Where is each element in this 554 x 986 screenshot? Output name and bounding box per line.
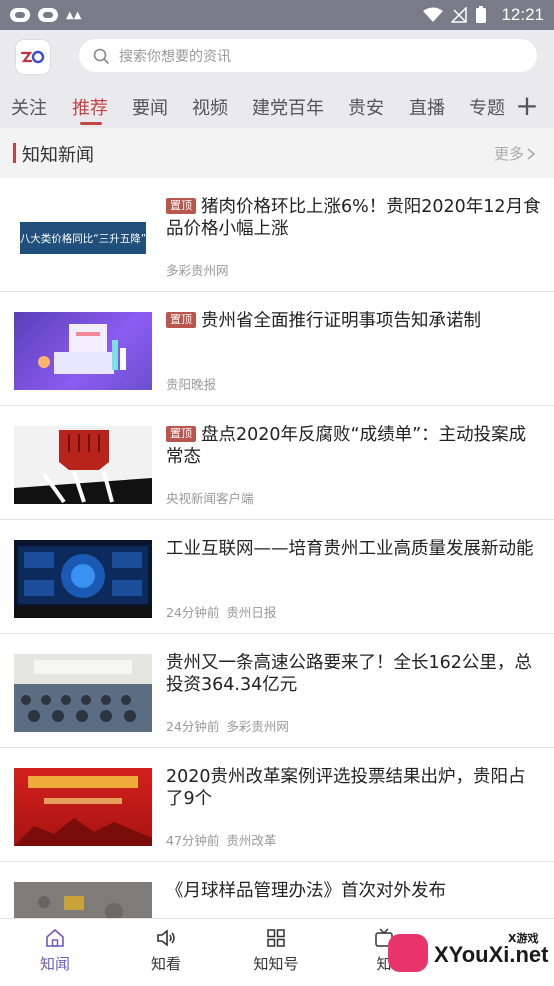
news-title-text[interactable]: 工业互联网——培育贵州工业高质量发展新动能 [166,539,534,559]
tab-guian[interactable]: 贵安 [348,94,384,120]
thumbnail-illustration [14,546,152,618]
thumbnail-illustration [14,430,152,504]
news-thumbnail [14,654,152,732]
news-meta: 贵阳晚报 [166,374,216,393]
news-meta: 多彩贵州网 [166,260,229,279]
status-notifications: ▲▲ [10,8,81,22]
thumbnail-illustration [14,776,152,846]
chevron-right-icon [527,147,536,160]
app-notification-icon: ▲▲ [66,9,82,21]
news-title[interactable]: 置顶 盘点2020年反腐败“成绩单”：主动投案成常态 [166,424,541,468]
add-tab-button[interactable]: + [515,88,539,124]
thumbnail-illustration [14,882,152,918]
news-title[interactable]: 工业互联网——培育贵州工业高质量发展新动能 [166,538,541,560]
tab-party-centenary[interactable]: 建党百年 [252,94,324,120]
chat-notification-icon [38,8,58,22]
news-title-text[interactable]: 贵州省全面推行证明事项告知承诺制 [201,311,481,331]
news-title[interactable]: 《月球样品管理办法》首次对外发布 [166,880,541,902]
news-source: 贵州改革 [226,833,277,848]
search-icon [93,48,109,64]
section-title: 知知新闻 [22,145,94,166]
news-title-text[interactable]: 《月球样品管理办法》首次对外发布 [166,881,446,901]
news-item[interactable]: 置顶 贵州省全面推行证明事项告知承诺制 贵阳晚报 [0,292,554,406]
app-header: 搜索你想要的资讯 关注 推荐 要闻 视频 建党百年 贵安 直播 专题 + [0,30,554,128]
thumbnail-illustration [14,654,152,732]
thumbnail-illustration [38,324,126,374]
news-source: 央视新闻客户端 [166,491,254,506]
news-meta: 央视新闻客户端 [166,488,254,507]
news-title[interactable]: 置顶 贵州省全面推行证明事项告知承诺制 [166,310,541,332]
thumbnail-text: 八大类价格同比“三升五降” [19,232,147,245]
nav-item-news[interactable]: 知闻 [15,927,95,974]
grid-icon [267,929,285,947]
thumbnail-banner: 八大类价格同比“三升五降” [20,222,146,254]
news-title[interactable]: 置顶 猪肉价格环比上涨6%！贵阳2020年12月食品价格小幅上涨 [166,196,541,240]
news-source: 多彩贵州网 [226,719,289,734]
news-thumbnail [14,882,152,918]
news-item[interactable]: 八大类价格同比“三升五降” 置顶 猪肉价格环比上涨6%！贵阳2020年12月食品价… [0,178,554,292]
pinned-badge: 置顶 [166,312,196,328]
news-thumbnail [14,426,152,504]
logo-icon [20,50,45,64]
category-tabs: 关注 推荐 要闻 视频 建党百年 贵安 直播 专题 + [0,88,554,128]
search-bar[interactable]: 搜索你想要的资讯 [79,39,537,72]
news-source: 贵州日报 [226,605,277,620]
more-link[interactable]: 更多 [494,143,536,164]
news-title[interactable]: 贵州又一条高速公路要来了！全长162公里，总投资364.34亿元 [166,652,541,696]
news-list: 八大类价格同比“三升五降” 置顶 猪肉价格环比上涨6%！贵阳2020年12月食品价… [0,178,554,918]
status-time: 12:21 [501,5,544,24]
tab-headlines[interactable]: 要闻 [132,94,168,120]
pinned-badge: 置顶 [166,198,196,214]
battery-icon [476,6,487,23]
watermark-text: XYouXi.net [434,942,549,967]
nav-label[interactable]: 知知号 [236,953,316,974]
news-meta: 24分钟前 多彩贵州网 [166,716,289,735]
app-logo[interactable] [16,40,50,74]
active-tab-indicator [80,122,102,125]
more-label[interactable]: 更多 [494,143,524,164]
no-signal-icon [451,7,468,23]
news-thumbnail: 八大类价格同比“三升五降” [14,198,152,276]
news-source: 多彩贵州网 [166,263,229,278]
news-title-text[interactable]: 2020贵州改革案例评选投票结果出炉，贵阳占了9个 [166,767,526,809]
news-item[interactable]: 工业互联网——培育贵州工业高质量发展新动能 24分钟前 贵州日报 [0,520,554,634]
news-item[interactable]: 2020贵州改革案例评选投票结果出炉，贵阳占了9个 47分钟前 贵州改革 [0,748,554,862]
section-header: 知知新闻 更多 [0,128,554,178]
speaker-icon [157,929,175,947]
watermark-logo: X游戏 XYouXi.net [384,928,554,976]
news-item[interactable]: 《月球样品管理办法》首次对外发布 [0,862,554,918]
tab-live[interactable]: 直播 [409,94,445,120]
news-title-text[interactable]: 贵州又一条高速公路要来了！全长162公里，总投资364.34亿元 [166,653,532,695]
news-item[interactable]: 贵州又一条高速公路要来了！全长162公里，总投资364.34亿元 24分钟前 多彩… [0,634,554,748]
tab-video[interactable]: 视频 [192,94,228,120]
nav-item-watch[interactable]: 知看 [126,927,206,974]
tab-follow[interactable]: 关注 [11,94,47,120]
news-item[interactable]: 置顶 盘点2020年反腐败“成绩单”：主动投案成常态 央视新闻客户端 [0,406,554,520]
news-title[interactable]: 2020贵州改革案例评选投票结果出炉，贵阳占了9个 [166,766,541,810]
news-thumbnail [14,312,152,390]
wifi-icon [423,7,444,22]
gamepad-icon [388,934,428,972]
news-time: 47分钟前 [166,833,220,848]
section-accent-bar [13,143,16,163]
news-meta: 24分钟前 贵州日报 [166,602,276,621]
nav-item-accounts[interactable]: 知知号 [236,927,316,974]
news-thumbnail [14,768,152,846]
nav-label[interactable]: 知闻 [15,953,95,974]
pinned-badge: 置顶 [166,426,196,442]
news-title-text[interactable]: 猪肉价格环比上涨6%！贵阳2020年12月食品价格小幅上涨 [166,197,541,239]
news-time: 24分钟前 [166,605,220,620]
search-input[interactable]: 搜索你想要的资讯 [119,46,231,66]
status-bar: ▲▲ 12:21 [0,0,554,30]
nav-label[interactable]: 知看 [126,953,206,974]
news-time: 24分钟前 [166,719,220,734]
home-icon [46,928,64,947]
news-title-text[interactable]: 盘点2020年反腐败“成绩单”：主动投案成常态 [166,425,526,467]
chat-notification-icon [10,8,30,22]
news-source: 贵阳晚报 [166,377,217,392]
tab-recommend[interactable]: 推荐 [72,94,108,120]
news-thumbnail [14,540,152,618]
news-meta: 47分钟前 贵州改革 [166,830,276,849]
tab-topics[interactable]: 专题 [469,94,505,120]
